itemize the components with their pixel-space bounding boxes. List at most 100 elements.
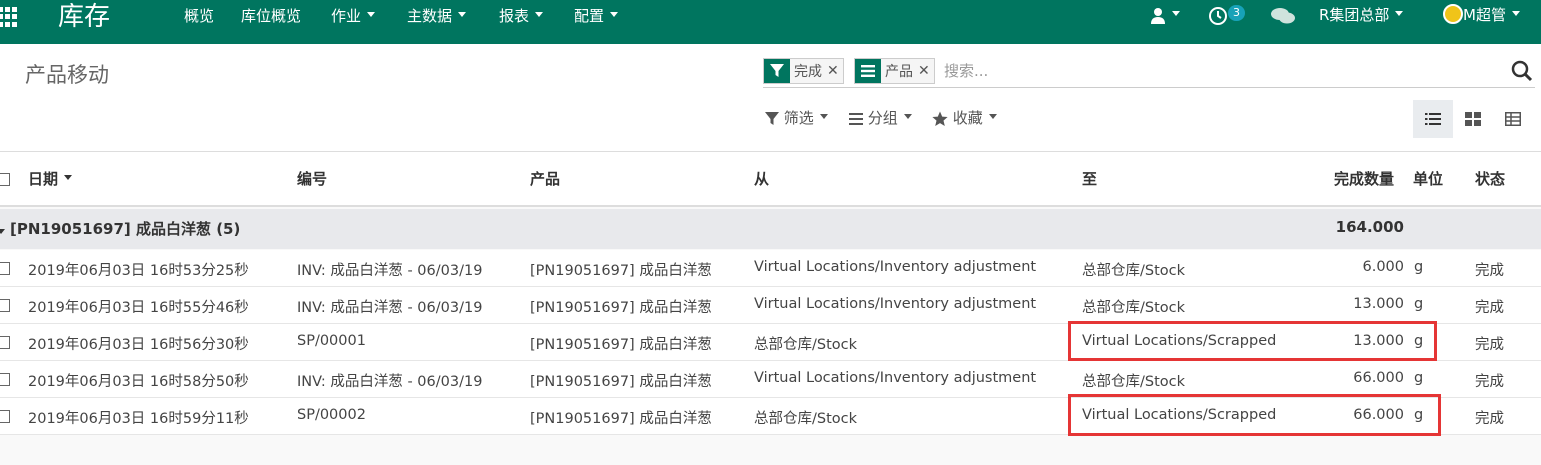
list-view-icon bbox=[1425, 113, 1441, 125]
cell-state: 完成 bbox=[1475, 300, 1504, 316]
cell-uom: g bbox=[1414, 407, 1424, 423]
caret-down-icon bbox=[1395, 11, 1404, 16]
row-checkbox[interactable] bbox=[0, 299, 10, 312]
cell-uom: g bbox=[1414, 333, 1424, 349]
user-menu-button[interactable] bbox=[1150, 4, 1180, 26]
row-checkbox[interactable] bbox=[0, 373, 10, 386]
company-name: R集团总部 bbox=[1319, 6, 1390, 24]
caret-down-icon bbox=[0, 222, 6, 240]
facet-groupby-product[interactable]: 产品 ✕ bbox=[854, 58, 935, 84]
search-input[interactable] bbox=[944, 60, 1504, 82]
row-checkbox[interactable] bbox=[0, 410, 10, 423]
table-row[interactable]: 2019年06月03日 16时56分30秒 SP/00001 [PN19051697… bbox=[0, 324, 1541, 361]
cell-product: [PN19051697] 成品白洋葱 bbox=[530, 411, 712, 427]
clock-icon bbox=[1209, 6, 1227, 25]
filter-icon bbox=[765, 111, 779, 125]
menu-location-overview[interactable]: 库位概览 bbox=[241, 6, 301, 26]
apps-grid-icon[interactable] bbox=[0, 7, 18, 27]
cell-from: Virtual Locations/Inventory adjustment bbox=[754, 259, 1037, 275]
cell-product: [PN19051697] 成品白洋葱 bbox=[530, 300, 712, 316]
caret-down-icon bbox=[367, 12, 376, 17]
column-label: 日期 bbox=[28, 170, 59, 188]
select-all-checkbox[interactable] bbox=[0, 173, 10, 186]
table-row[interactable]: 2019年06月03日 16时55分46秒 INV: 成品白洋葱 - 06/03/… bbox=[0, 287, 1541, 324]
menu-configuration[interactable]: 配置 bbox=[574, 6, 619, 26]
column-header-date[interactable]: 日期 bbox=[28, 168, 73, 189]
pivot-view-icon bbox=[1505, 112, 1521, 126]
app-brand[interactable]: 库存 bbox=[58, 0, 110, 34]
search-bar: 完成 ✕ 产品 ✕ bbox=[763, 58, 1535, 88]
cell-product: [PN19051697] 成品白洋葱 bbox=[530, 337, 712, 353]
activity-count-badge: 3 bbox=[1228, 5, 1245, 21]
company-switcher[interactable]: R集团总部 bbox=[1319, 4, 1404, 26]
caret-down-icon bbox=[458, 12, 467, 17]
cell-date: 2019年06月03日 16时53分25秒 bbox=[28, 263, 249, 279]
row-checkbox[interactable] bbox=[0, 336, 10, 349]
kanban-view-icon bbox=[1465, 112, 1481, 126]
caret-down-icon bbox=[610, 12, 619, 17]
table-row[interactable]: 2019年06月03日 16时58分50秒 INV: 成品白洋葱 - 06/03/… bbox=[0, 361, 1541, 398]
filters-dropdown[interactable]: 筛选 bbox=[765, 108, 828, 128]
facet-label: 产品 bbox=[885, 64, 913, 80]
favorites-label: 收藏 bbox=[952, 109, 983, 127]
pivot-view-button[interactable] bbox=[1493, 100, 1533, 138]
cell-date: 2019年06月03日 16时58分50秒 bbox=[28, 374, 249, 390]
menu-label: 主数据 bbox=[407, 7, 453, 25]
facet-filter-done[interactable]: 完成 ✕ bbox=[763, 58, 844, 84]
activity-button[interactable]: 3 bbox=[1208, 4, 1245, 26]
caret-down-icon bbox=[988, 114, 997, 119]
list-view-button[interactable] bbox=[1413, 100, 1453, 138]
cell-to: 总部仓库/Stock bbox=[1082, 300, 1186, 316]
facet-label: 完成 bbox=[794, 64, 822, 80]
cell-reference: INV: 成品白洋葱 - 06/03/19 bbox=[297, 263, 483, 279]
menu-label: 报表 bbox=[499, 7, 530, 25]
groupby-dropdown[interactable]: 分组 bbox=[849, 108, 912, 128]
cell-to: 总部仓库/Stock bbox=[1082, 263, 1186, 279]
caret-down-icon bbox=[903, 114, 912, 119]
cell-state: 完成 bbox=[1475, 263, 1504, 279]
cell-reference: SP/00002 bbox=[297, 407, 366, 423]
cell-to: 总部仓库/Stock bbox=[1082, 374, 1186, 390]
table-row[interactable]: 2019年06月03日 16时53分25秒 INV: 成品白洋葱 - 06/03/… bbox=[0, 250, 1541, 287]
kanban-view-button[interactable] bbox=[1453, 100, 1493, 138]
menu-label: 概览 bbox=[184, 7, 215, 25]
column-header-product[interactable]: 产品 bbox=[530, 168, 560, 189]
table-row[interactable]: 2019年06月03日 16时59分11秒 SP/00002 [PN19051697… bbox=[0, 398, 1541, 435]
column-header-to[interactable]: 至 bbox=[1082, 168, 1097, 189]
cell-qty: 66.000 bbox=[1353, 370, 1404, 386]
top-navbar: 库存 概览 库位概览 作业 主数据 报表 配置 3 R集团总部 M超管 bbox=[0, 0, 1541, 44]
messaging-button[interactable] bbox=[1270, 4, 1296, 26]
group-by-icon bbox=[855, 59, 881, 83]
cell-from: Virtual Locations/Inventory adjustment bbox=[754, 370, 1037, 386]
cell-date: 2019年06月03日 16时59分11秒 bbox=[28, 411, 249, 427]
groupby-label: 分组 bbox=[867, 109, 898, 127]
cell-qty: 66.000 bbox=[1353, 407, 1404, 423]
favorites-dropdown[interactable]: 收藏 bbox=[932, 108, 997, 128]
remove-facet-icon[interactable]: ✕ bbox=[918, 63, 930, 79]
cell-state: 完成 bbox=[1475, 337, 1504, 353]
search-icon[interactable] bbox=[1511, 60, 1535, 84]
control-panel: 产品移动 完成 ✕ 产品 ✕ 筛选 分组 收藏 bbox=[0, 44, 1541, 152]
menu-reports[interactable]: 报表 bbox=[499, 6, 544, 26]
caret-down-icon bbox=[1511, 11, 1520, 16]
sort-desc-icon bbox=[64, 175, 73, 180]
user-account-menu[interactable]: M超管 bbox=[1443, 3, 1520, 26]
column-header-uom[interactable]: 单位 bbox=[1413, 168, 1443, 189]
column-header-reference[interactable]: 编号 bbox=[297, 168, 327, 189]
cell-state: 完成 bbox=[1475, 374, 1504, 390]
cell-uom: g bbox=[1414, 296, 1424, 312]
caret-down-icon bbox=[1172, 11, 1180, 16]
menu-master-data[interactable]: 主数据 bbox=[407, 6, 467, 26]
group-row[interactable]: [PN19051697] 成品白洋葱 (5) 164.000 bbox=[0, 209, 1541, 249]
cell-to: Virtual Locations/Scrapped bbox=[1082, 407, 1277, 423]
cell-from: 总部仓库/Stock bbox=[754, 411, 858, 427]
column-header-from[interactable]: 从 bbox=[754, 168, 769, 189]
remove-facet-icon[interactable]: ✕ bbox=[827, 63, 839, 79]
chat-bubbles-icon bbox=[1271, 7, 1295, 23]
column-header-state[interactable]: 状态 bbox=[1475, 168, 1505, 189]
menu-overview[interactable]: 概览 bbox=[184, 6, 214, 26]
menu-operations[interactable]: 作业 bbox=[331, 6, 376, 26]
column-header-done-qty[interactable]: 完成数量 bbox=[1293, 168, 1394, 189]
caret-down-icon bbox=[535, 12, 544, 17]
row-checkbox[interactable] bbox=[0, 262, 10, 275]
